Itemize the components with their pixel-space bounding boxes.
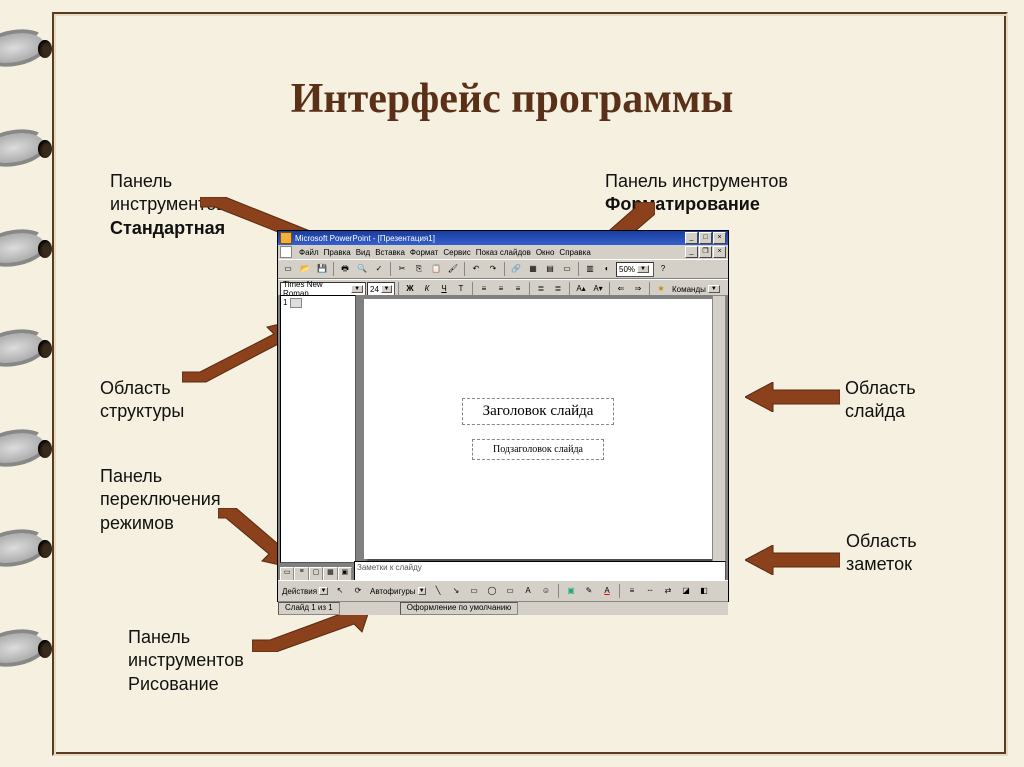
doc-close-button[interactable]: × <box>713 246 726 258</box>
menu-view[interactable]: Вид <box>356 248 370 257</box>
spell-button[interactable]: ✓ <box>371 261 387 277</box>
new-button[interactable]: ▭ <box>280 261 296 277</box>
outline-view-button[interactable]: ≡ <box>294 567 308 581</box>
doc-restore-button[interactable]: ❐ <box>699 246 712 258</box>
copy-button[interactable]: ⎘ <box>411 261 427 277</box>
new-slide-button[interactable]: ▭ <box>559 261 575 277</box>
normal-view-button[interactable]: ▭ <box>280 567 294 581</box>
rectangle-button[interactable]: ▭ <box>466 583 482 599</box>
arrow-button[interactable]: ↘ <box>448 583 464 599</box>
status-template: Оформление по умолчанию <box>400 602 519 615</box>
minimize-button[interactable]: _ <box>685 232 698 244</box>
arrow-slide-area <box>745 382 840 412</box>
sorter-view-button[interactable]: ▦ <box>323 567 337 581</box>
rotate-button[interactable]: ⟳ <box>350 583 366 599</box>
chart-button[interactable]: ▤ <box>542 261 558 277</box>
label-slide-area: Область слайда <box>845 377 916 424</box>
doc-icon <box>280 246 292 258</box>
standard-toolbar: ▭ 📂 💾 🖶 🔍 ✓ ✂ ⎘ 📋 🖌 ↶ ↷ 🔗 ▦ ▤ ▭ ▥ ◐ 50%▼… <box>278 259 728 279</box>
preview-button[interactable]: 🔍 <box>354 261 370 277</box>
notes-placeholder: Заметки к слайду <box>357 563 422 572</box>
vertical-scrollbar[interactable] <box>712 295 726 563</box>
paste-button[interactable]: 📋 <box>428 261 444 277</box>
wordart-button[interactable]: A <box>520 583 536 599</box>
app-icon <box>280 232 292 244</box>
grayscale-button[interactable]: ◐ <box>599 261 615 277</box>
save-button[interactable]: 💾 <box>314 261 330 277</box>
shadow-style-button[interactable]: ◪ <box>678 583 694 599</box>
line-style-button[interactable]: ≡ <box>624 583 640 599</box>
label-drawing-toolbar: Панель инструментов Рисование <box>128 626 244 696</box>
help-button[interactable]: ? <box>655 261 671 277</box>
label-view-switch: Панель переключения режимов <box>100 465 221 535</box>
menu-help[interactable]: Справка <box>559 248 590 257</box>
slide-pane: Заголовок слайда Подзаголовок слайда <box>358 295 726 563</box>
title-bar[interactable]: Microsoft PowerPoint - [Презентация1] _ … <box>278 231 728 245</box>
close-button[interactable]: × <box>713 232 726 244</box>
outline-pane[interactable]: 1 <box>280 295 356 563</box>
format-painter-button[interactable]: 🖌 <box>445 261 461 277</box>
label-notes-area: Область заметок <box>846 530 917 577</box>
doc-minimize-button[interactable]: _ <box>685 246 698 258</box>
slide-view-button[interactable]: ▢ <box>309 567 323 581</box>
select-button[interactable]: ↖ <box>332 583 348 599</box>
menu-format[interactable]: Формат <box>410 248 438 257</box>
menu-file[interactable]: Файл <box>299 248 319 257</box>
page-title: Интерфейс программы <box>0 75 1024 123</box>
subtitle-placeholder[interactable]: Подзаголовок слайда <box>472 439 604 460</box>
maximize-button[interactable]: □ <box>699 232 712 244</box>
clipart-button[interactable]: ☺ <box>538 583 554 599</box>
arrow-style-button[interactable]: ⇄ <box>660 583 676 599</box>
title-placeholder[interactable]: Заголовок слайда <box>462 398 615 425</box>
menu-edit[interactable]: Правка <box>324 248 351 257</box>
cut-button[interactable]: ✂ <box>394 261 410 277</box>
status-slide-number: Слайд 1 из 1 <box>278 602 340 615</box>
view-switch-panel: ▭ ≡ ▢ ▦ ▣ <box>280 567 352 581</box>
status-bar: Слайд 1 из 1 Оформление по умолчанию <box>278 601 728 615</box>
print-button[interactable]: 🖶 <box>337 261 353 277</box>
label-outline-area: Область структуры <box>100 377 184 424</box>
oval-button[interactable]: ◯ <box>484 583 500 599</box>
expand-button[interactable]: ▥ <box>582 261 598 277</box>
slideshow-view-button[interactable]: ▣ <box>338 567 352 581</box>
3d-style-button[interactable]: ◧ <box>696 583 712 599</box>
drawing-toolbar: Действия▼ ↖ ⟳ Автофигуры▼ ╲ ↘ ▭ ◯ ▭ A ☺ … <box>278 580 728 601</box>
zoom-combo[interactable]: 50%▼ <box>616 262 654 277</box>
notes-pane[interactable]: Заметки к слайду <box>354 561 726 581</box>
font-color-button[interactable]: A <box>599 583 615 599</box>
line-button[interactable]: ╲ <box>430 583 446 599</box>
draw-actions-menu[interactable]: Действия▼ <box>280 585 330 598</box>
fill-color-button[interactable]: ▣ <box>563 583 579 599</box>
slide-thumb-icon <box>290 298 302 308</box>
autoshapes-menu[interactable]: Автофигуры▼ <box>368 585 428 598</box>
slide-canvas[interactable]: Заголовок слайда Подзаголовок слайда <box>364 299 712 559</box>
open-button[interactable]: 📂 <box>297 261 313 277</box>
redo-button[interactable]: ↷ <box>485 261 501 277</box>
commands-button[interactable]: Команды▼ <box>670 283 722 296</box>
line-color-button[interactable]: ✎ <box>581 583 597 599</box>
menu-bar: Файл Правка Вид Вставка Формат Сервис По… <box>278 245 728 259</box>
dash-style-button[interactable]: ┄ <box>642 583 658 599</box>
menu-tools[interactable]: Сервис <box>443 248 470 257</box>
textbox-button[interactable]: ▭ <box>502 583 518 599</box>
menu-window[interactable]: Окно <box>536 248 555 257</box>
arrow-notes-area <box>745 545 840 575</box>
menu-slideshow[interactable]: Показ слайдов <box>476 248 531 257</box>
outline-slide-number: 1 <box>283 298 287 307</box>
powerpoint-window: Microsoft PowerPoint - [Презентация1] _ … <box>277 230 729 602</box>
hyperlink-button[interactable]: 🔗 <box>508 261 524 277</box>
window-title: Microsoft PowerPoint - [Презентация1] <box>295 234 435 243</box>
workspace: 1 Заголовок слайда Подзаголовок слайда <box>278 295 728 563</box>
menu-insert[interactable]: Вставка <box>375 248 405 257</box>
undo-button[interactable]: ↶ <box>468 261 484 277</box>
table-button[interactable]: ▦ <box>525 261 541 277</box>
